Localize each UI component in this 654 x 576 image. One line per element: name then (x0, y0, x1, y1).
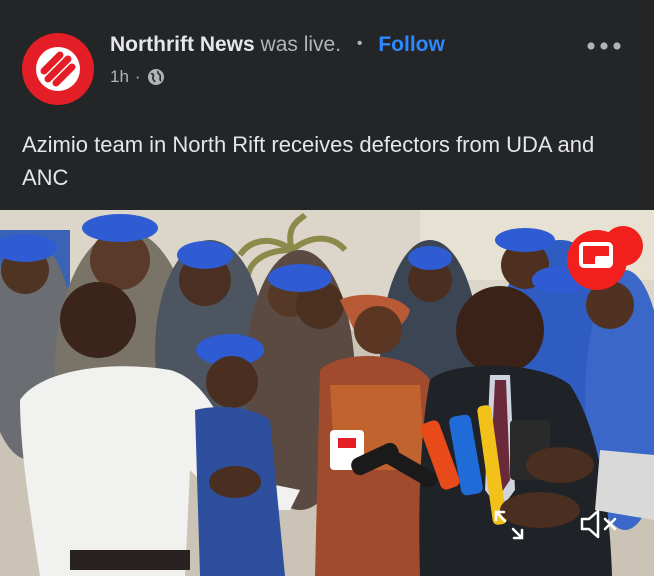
live-status-text: was live. (260, 33, 342, 56)
speaker-muted-icon (580, 509, 617, 539)
more-options-icon (587, 42, 621, 50)
live-video-player[interactable] (0, 210, 654, 576)
mute-button[interactable] (578, 506, 622, 542)
globe-icon (147, 69, 164, 85)
meta-separator: · (134, 67, 141, 86)
northrift-logo-icon (36, 47, 80, 91)
pip-button[interactable] (565, 216, 645, 296)
page-avatar[interactable] (22, 33, 94, 105)
picture-in-picture-icon (567, 226, 643, 290)
expand-icon (494, 510, 524, 540)
post-caption: Azimio team in North Rift receives defec… (22, 132, 595, 190)
post-title-line: Northrift News was live. • Follow (110, 33, 445, 57)
fullscreen-button[interactable] (492, 508, 526, 542)
post-header: Northrift News was live. • Follow 1h · (0, 0, 654, 112)
post-timestamp[interactable]: 1h (110, 67, 129, 87)
page-name-link[interactable]: Northrift News (110, 33, 255, 56)
video-frame (0, 210, 654, 576)
separator-dot: • (356, 35, 363, 52)
follow-button[interactable]: Follow (378, 33, 445, 56)
more-options-button[interactable] (584, 36, 624, 56)
post-meta: 1h · (110, 67, 165, 87)
